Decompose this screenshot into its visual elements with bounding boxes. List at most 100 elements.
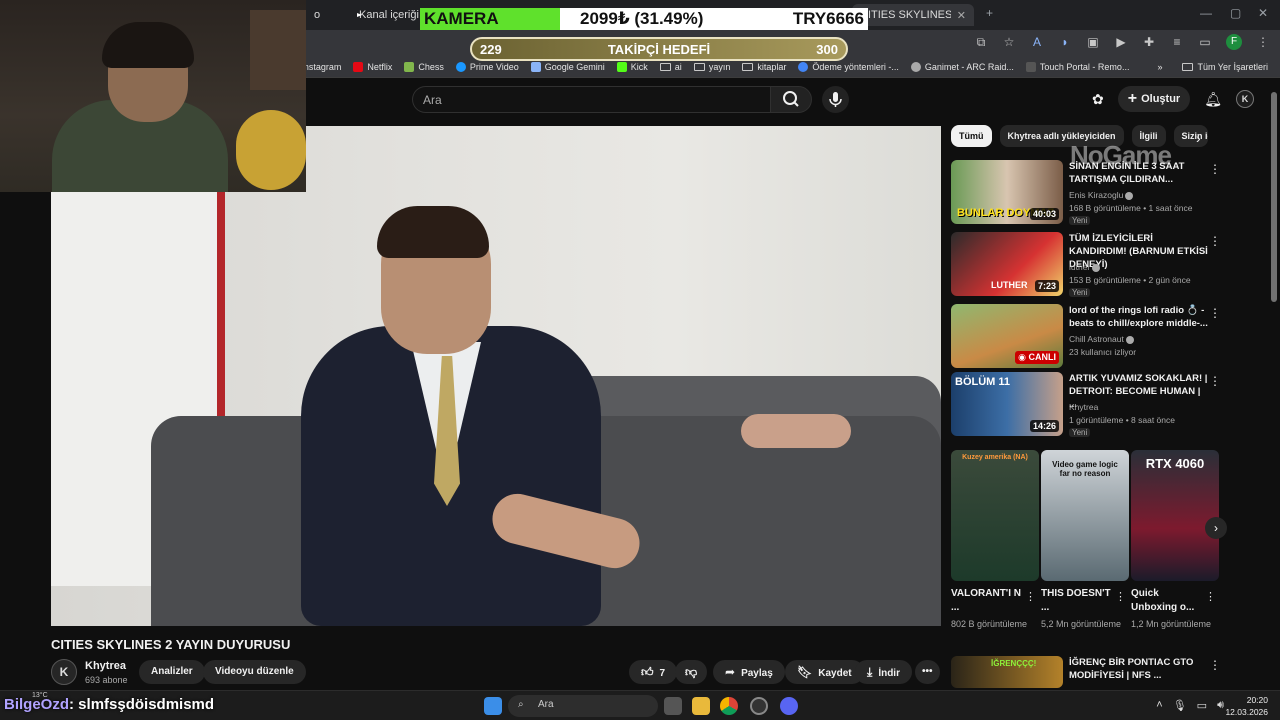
search-button[interactable]	[770, 86, 812, 113]
video-thumbnail: BÖLÜM 11 14:26	[951, 372, 1063, 436]
bookmark-chess[interactable]: Chess	[404, 61, 444, 72]
chrome-icon[interactable]	[720, 697, 738, 715]
cast-icon[interactable]: ⧉	[974, 35, 988, 49]
taskbar-search[interactable]: ⌕ Ara	[508, 695, 658, 717]
bookmark-gemini[interactable]: Google Gemini	[530, 61, 605, 72]
play-icon[interactable]: ▶	[1114, 35, 1128, 49]
tab-partial[interactable]: o	[306, 4, 328, 26]
chevron-up-icon[interactable]: ˄	[1156, 699, 1162, 712]
minimize-icon[interactable]: —	[1200, 6, 1212, 20]
share-button[interactable]: ➦ Paylaş	[713, 660, 785, 684]
recommendation-item[interactable]: LUTHER 7:23 TÜM İZLEYİCİLERİ KANDIRDIM! …	[951, 232, 1221, 297]
tab-video[interactable]: CITIES SKYLINES 2 YAYIN DUYURUSU - YouTu…	[852, 4, 974, 26]
task-view-icon[interactable]	[664, 697, 682, 715]
bookmark-touch-portal[interactable]: Touch Portal - Remo...	[1025, 61, 1129, 72]
microphone-icon[interactable]: 🎙︎	[1173, 699, 1187, 712]
obs-icon[interactable]	[750, 697, 768, 715]
page-scrollbar[interactable]	[1271, 92, 1277, 302]
google-icon	[798, 61, 809, 72]
recommendation-item[interactable]: BÖLÜM 11 14:26 ARTIK YUVAMIZ SOKAKLAR! |…	[951, 372, 1221, 437]
channel-avatar[interactable]: K	[51, 659, 77, 685]
recommendation-channel: luther	[1069, 262, 1101, 272]
recommendation-item[interactable]: ◉ CANLI lord of the rings lofi radio 💍 -…	[951, 304, 1221, 368]
shorts-next-button[interactable]: ›	[1205, 517, 1227, 539]
bookmark-label: Tüm Yer İşaretleri	[1197, 61, 1268, 72]
translate-icon[interactable]: A	[1030, 35, 1044, 49]
search-input[interactable]: Ara	[412, 86, 770, 113]
extension-icon[interactable]: ▣	[1086, 35, 1100, 49]
system-clock[interactable]: 20:20 12.03.2026	[1225, 694, 1268, 718]
puzzle-icon[interactable]: ✚	[1142, 35, 1156, 49]
more-vert-icon[interactable]: ⋮	[1209, 306, 1221, 320]
video-frame-hand	[741, 414, 851, 448]
all-bookmarks[interactable]: Tüm Yer İşaretleri	[1182, 62, 1268, 72]
tab-studio[interactable]: Kanal içeriği - YouTube Studio	[345, 4, 419, 26]
more-vert-icon[interactable]: ⋮	[1256, 35, 1270, 49]
more-vert-icon[interactable]: ⋮	[1209, 234, 1221, 248]
bookmark-ganimet[interactable]: Ganimet - ARC Raid...	[910, 61, 1014, 72]
more-vert-icon[interactable]: ⋮	[1205, 590, 1216, 603]
close-icon[interactable]: ✕	[957, 9, 966, 22]
studio-icon[interactable]: ✿	[1092, 91, 1104, 108]
bookmark-folder-kitaplar[interactable]: kitaplar	[742, 62, 786, 72]
more-vert-icon[interactable]: ⋮	[1209, 658, 1221, 672]
short-item[interactable]: RTX 4060 Quick Unboxing o... 1,2 Mn görü…	[1131, 450, 1219, 650]
follower-goal-overlay: 229 TAKİPÇİ HEDEFİ 300	[470, 37, 848, 61]
thumbnail-text: LUTHER	[991, 280, 1028, 290]
more-vert-icon[interactable]: ⋮	[1209, 162, 1221, 176]
channel-name: luther	[1069, 262, 1091, 272]
like-button[interactable]: 👍︎ 7	[629, 660, 678, 684]
chip-for-you[interactable]: Sizin için	[1173, 125, 1208, 147]
bookmark-star-icon[interactable]: ☆	[1002, 35, 1016, 49]
edit-video-button[interactable]: Videoyu düzenle	[203, 660, 306, 684]
video-player[interactable]	[51, 126, 941, 626]
video-thumbnail: İĞRENÇÇÇ!	[951, 656, 1063, 688]
short-thumbnail: Video game logic far no reason	[1041, 450, 1129, 581]
notifications-icon[interactable]: 🔔︎	[1204, 91, 1222, 108]
bookmark-folder-yayin[interactable]: yayın	[693, 62, 730, 72]
media-icon[interactable]: ≡	[1170, 35, 1184, 49]
voice-search-button[interactable]	[822, 86, 849, 113]
account-avatar[interactable]: K	[1236, 90, 1254, 108]
more-vert-icon[interactable]: ⋮	[1209, 374, 1221, 388]
new-tab-icon[interactable]: +	[986, 6, 993, 20]
download-button[interactable]: ⤓ İndir	[855, 660, 912, 684]
save-label: Kaydet	[818, 668, 852, 679]
window-close-icon[interactable]: ✕	[1258, 6, 1268, 20]
tab-label: Kanal içeriği - YouTube Studio	[359, 9, 419, 21]
chat-overlay: BilgeOzd: slmfsşdöisdmismd	[4, 696, 214, 713]
tab-label: o	[314, 9, 321, 21]
bookmark-folder-ai[interactable]: ai	[659, 62, 682, 72]
bookmarks-overflow[interactable]: »	[1157, 62, 1162, 72]
kick-icon	[616, 61, 627, 72]
file-explorer-icon[interactable]	[692, 697, 710, 715]
more-vert-icon[interactable]: ⋮	[1115, 590, 1126, 603]
volume-icon[interactable]: 🔊︎	[1217, 699, 1224, 712]
windows-start-icon[interactable]	[484, 697, 502, 715]
recommendation-item[interactable]: İĞRENÇÇÇ! İĞRENÇ BİR PONTIAC GTO MODİFİY…	[951, 656, 1221, 688]
bookmark-kick[interactable]: Kick	[616, 61, 648, 72]
bookmark-prime-video[interactable]: Prime Video	[455, 61, 519, 72]
create-button[interactable]: + Oluştur	[1117, 86, 1191, 112]
more-vert-icon[interactable]: ⋮	[1025, 590, 1036, 603]
bookmark-odeme[interactable]: Ödeme yöntemleri -...	[798, 61, 899, 72]
discord-icon[interactable]	[780, 697, 798, 715]
short-item[interactable]: Video game logic far no reason THIS DOES…	[1041, 450, 1129, 650]
audio-icon[interactable]: ◗	[1058, 35, 1072, 49]
download-icon: ⤓	[867, 665, 873, 679]
maximize-icon[interactable]: ▢	[1230, 6, 1241, 20]
channel-name[interactable]: Khytrea	[85, 660, 126, 672]
short-item[interactable]: Kuzey amerika (NA) VALORANT'I N ... 802 …	[951, 450, 1039, 650]
chip-all[interactable]: Tümü	[951, 125, 992, 147]
more-actions-button[interactable]: •••	[915, 660, 940, 684]
bookmark-netflix[interactable]: Netflix	[353, 61, 392, 72]
split-icon[interactable]: ▭	[1198, 35, 1212, 49]
profile-avatar[interactable]: F	[1226, 34, 1242, 50]
chevron-right-icon[interactable]: ›	[1196, 130, 1201, 146]
thumbnail-text: RTX 4060	[1145, 456, 1205, 471]
camera-label: KAMERA	[420, 8, 560, 30]
analytics-button[interactable]: Analizler	[139, 660, 205, 684]
network-icon[interactable]: ▭	[1197, 699, 1207, 712]
save-button[interactable]: 🔖︎ Kaydet	[785, 660, 864, 684]
dislike-button[interactable]: 👎︎	[675, 660, 708, 684]
